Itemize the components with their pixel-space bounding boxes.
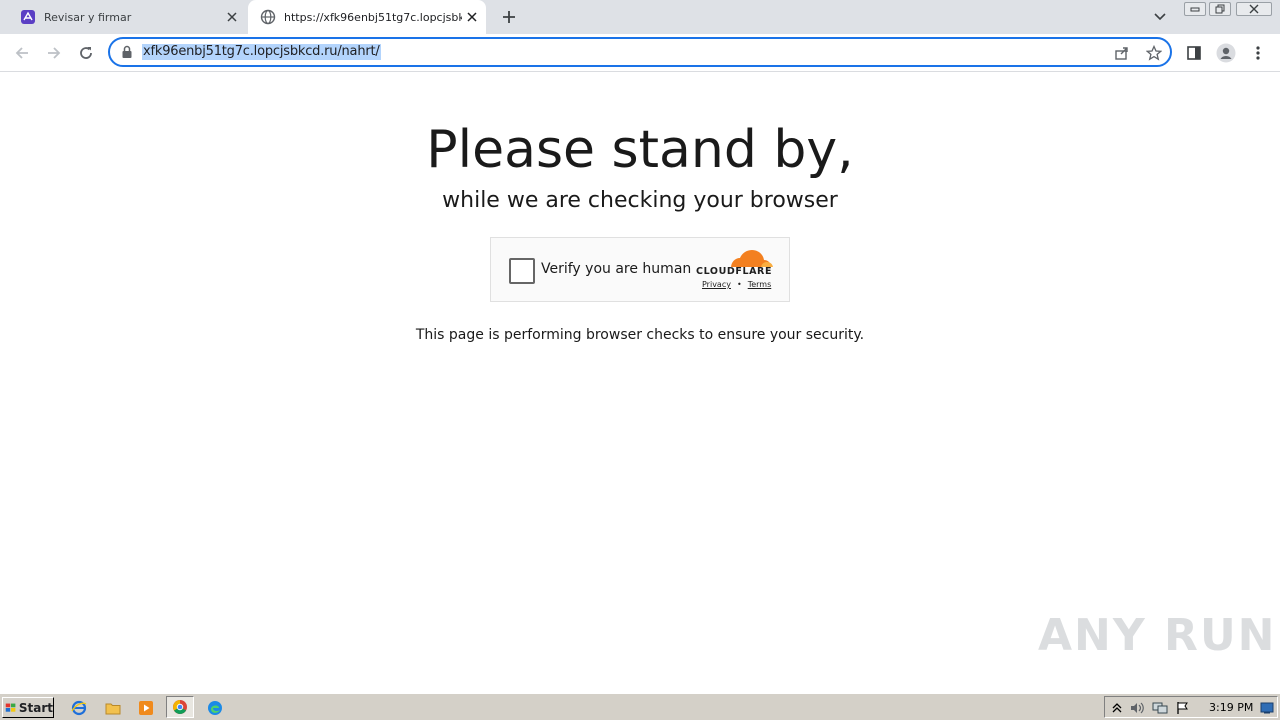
bookmark-star-icon[interactable]	[1145, 44, 1163, 62]
menu-button[interactable]	[1246, 41, 1270, 65]
arrow-left-icon	[15, 47, 28, 59]
avatar-icon	[1216, 43, 1236, 63]
close-icon	[1249, 4, 1259, 14]
kebab-menu-icon	[1256, 46, 1260, 60]
tab-title: Revisar y firmar	[44, 10, 132, 24]
cloudflare-challenge-widget: Verify you are human CLOUDFLARE Privacy •…	[490, 237, 790, 302]
privacy-link[interactable]: Privacy	[702, 280, 731, 289]
globe-icon	[260, 9, 276, 25]
volume-icon[interactable]	[1129, 700, 1145, 716]
browser-toolbar: xfk96enbj51tg7c.lopcjsbkcd.ru/nahrt/	[0, 34, 1280, 72]
chevron-down-icon	[1154, 13, 1166, 21]
watermark-text: ANY RUN	[1038, 610, 1277, 661]
url-text[interactable]: xfk96enbj51tg7c.lopcjsbkcd.ru/nahrt/	[142, 44, 381, 60]
tab-strip: Revisar y firmar https://xfk96enbj51tg7c…	[0, 0, 1280, 34]
clock[interactable]: 3:19 PM	[1209, 701, 1253, 714]
security-note: This page is performing browser checks t…	[415, 327, 865, 343]
acrobat-icon	[21, 10, 35, 24]
tab-search-button[interactable]	[1150, 8, 1170, 26]
anyrun-watermark: ANY RUN	[1038, 610, 1277, 661]
arrow-right-icon	[48, 47, 61, 59]
internet-explorer-icon[interactable]	[70, 699, 88, 717]
tab-revisar-y-firmar[interactable]: Revisar y firmar	[8, 0, 246, 34]
page-content: Please stand by, while we are checking y…	[0, 72, 1280, 692]
minimize-icon	[1190, 7, 1200, 12]
side-panel-icon	[1187, 46, 1201, 60]
chrome-taskbar-button[interactable]	[166, 696, 194, 718]
taskbar: Start 3:19 PM	[0, 693, 1280, 720]
verify-label[interactable]: Verify you are human	[541, 261, 691, 277]
reload-button[interactable]	[74, 41, 98, 65]
show-desktop-icon[interactable]	[1259, 700, 1275, 716]
restore-button[interactable]	[1209, 2, 1231, 16]
minimize-button[interactable]	[1184, 2, 1206, 16]
network-icon[interactable]	[1152, 700, 1168, 716]
edge-icon[interactable]	[206, 699, 224, 717]
close-window-button[interactable]	[1236, 2, 1272, 16]
forward-button[interactable]	[42, 41, 66, 65]
tab-current-site[interactable]: https://xfk96enbj51tg7c.lopcjsbkcd	[248, 0, 486, 34]
cloudflare-logo-text: CLOUDFLARE	[696, 266, 773, 277]
back-button[interactable]	[10, 41, 34, 65]
terms-link[interactable]: Terms	[748, 280, 772, 289]
verify-checkbox[interactable]	[509, 258, 535, 284]
page-subtitle: while we are checking your browser	[442, 188, 838, 213]
cloudflare-links: Privacy • Terms	[702, 280, 771, 289]
profile-button[interactable]	[1214, 41, 1238, 65]
start-label: Start	[18, 700, 53, 715]
reload-icon	[80, 47, 92, 59]
start-button[interactable]: Start	[2, 697, 54, 718]
system-tray: 3:19 PM	[1104, 696, 1278, 718]
side-panel-button[interactable]	[1182, 41, 1206, 65]
new-tab-button[interactable]	[498, 7, 520, 27]
windows-flag-icon	[5, 703, 16, 712]
plus-icon	[503, 11, 515, 23]
page-title: Please stand by,	[426, 120, 854, 180]
restore-icon	[1215, 4, 1225, 14]
tab-title: https://xfk96enbj51tg7c.lopcjsbkcd	[284, 10, 462, 24]
action-center-flag-icon[interactable]	[1175, 700, 1191, 716]
link-separator: •	[736, 280, 742, 289]
chrome-icon	[173, 700, 187, 714]
share-icon[interactable]	[1113, 44, 1131, 62]
close-tab-icon[interactable]	[222, 7, 242, 27]
lock-icon[interactable]	[120, 45, 134, 59]
file-explorer-icon[interactable]	[104, 699, 122, 717]
close-tab-icon[interactable]	[462, 7, 482, 27]
address-bar[interactable]: xfk96enbj51tg7c.lopcjsbkcd.ru/nahrt/	[108, 37, 1172, 67]
tray-expand-icon[interactable]	[1109, 700, 1125, 716]
media-player-icon[interactable]	[137, 699, 155, 717]
